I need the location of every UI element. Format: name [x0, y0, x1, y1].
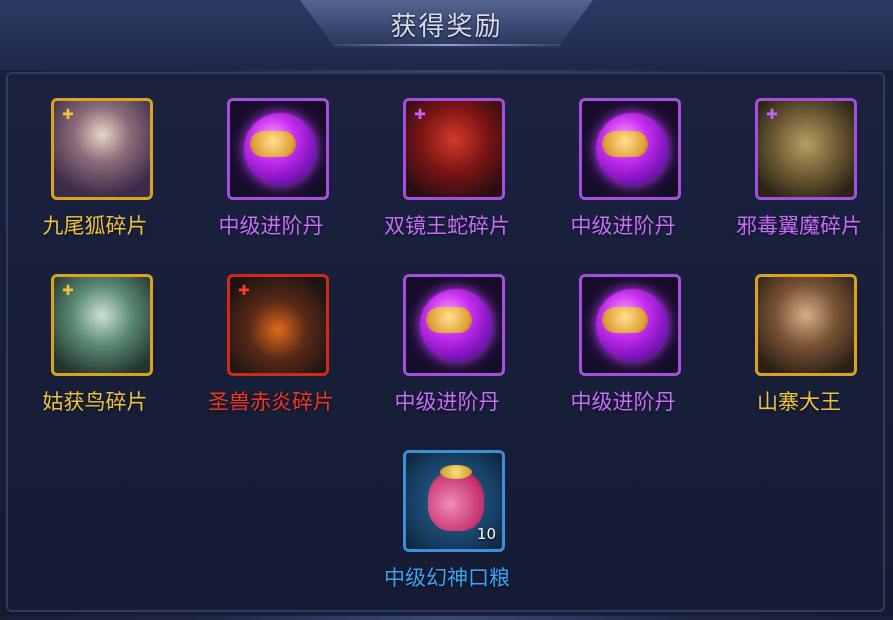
fragment-badge-icon: ✚ — [414, 107, 426, 123]
fragment-badge-icon: ✚ — [62, 283, 74, 299]
gold-cloud-icon — [250, 131, 296, 157]
reward-icon-frame[interactable] — [579, 98, 681, 200]
reward-item[interactable]: ✚ 圣兽赤炎碎片 — [183, 274, 359, 444]
gold-cloud-icon — [426, 307, 472, 333]
reward-name: 双镜王蛇碎片 — [384, 214, 510, 238]
reward-icon-frame[interactable] — [579, 274, 681, 376]
reward-icon-frame[interactable]: 10 — [403, 450, 505, 552]
reward-icon-frame[interactable]: ✚ — [227, 274, 329, 376]
reward-item[interactable]: 10 中级幻神口粮 — [359, 450, 535, 620]
reward-icon-frame[interactable] — [403, 274, 505, 376]
reward-item[interactable]: 中级进阶丹 — [535, 98, 711, 268]
reward-name: 圣兽赤炎碎片 — [208, 390, 334, 414]
reward-icon-frame[interactable]: ✚ — [51, 98, 153, 200]
bandit-king-portrait-icon — [758, 277, 854, 373]
reward-item[interactable]: 山寨大王 — [711, 274, 887, 444]
gold-coins-icon — [440, 465, 472, 479]
reward-icon-frame[interactable]: ✚ — [51, 274, 153, 376]
fragment-badge-icon: ✚ — [766, 107, 778, 123]
reward-name: 中级进阶丹 — [570, 214, 676, 238]
reward-name: 邪毒翼魔碎片 — [736, 214, 862, 238]
item-quantity: 10 — [476, 525, 496, 543]
reward-name: 中级进阶丹 — [570, 390, 676, 414]
reward-name: 九尾狐碎片 — [42, 214, 148, 238]
reward-icon-frame[interactable] — [227, 98, 329, 200]
reward-icon-frame[interactable] — [755, 274, 857, 376]
reward-name: 中级进阶丹 — [218, 214, 324, 238]
reward-name: 姑获鸟碎片 — [42, 390, 148, 414]
fragment-badge-icon: ✚ — [62, 107, 74, 123]
reward-item[interactable]: 中级进阶丹 — [535, 274, 711, 444]
fragment-badge-icon: ✚ — [238, 283, 250, 299]
money-bag-icon — [428, 471, 484, 531]
reward-item[interactable]: ✚ 邪毒翼魔碎片 — [711, 98, 887, 268]
reward-item[interactable]: 中级进阶丹 — [359, 274, 535, 444]
reward-item[interactable]: 中级进阶丹 — [183, 98, 359, 268]
reward-grid: ✚ 九尾狐碎片 中级进阶丹 ✚ 双镜王蛇碎片 中级进阶丹 ✚ 邪毒翼魔碎片 ✚ … — [0, 0, 893, 616]
reward-name: 中级进阶丹 — [394, 390, 500, 414]
gold-cloud-icon — [602, 307, 648, 333]
reward-icon-frame[interactable]: ✚ — [755, 98, 857, 200]
gold-cloud-icon — [602, 131, 648, 157]
reward-item[interactable]: ✚ 九尾狐碎片 — [7, 98, 183, 268]
reward-icon-frame[interactable]: ✚ — [403, 98, 505, 200]
reward-item[interactable]: ✚ 姑获鸟碎片 — [7, 274, 183, 444]
reward-name: 山寨大王 — [757, 390, 841, 414]
reward-item[interactable]: ✚ 双镜王蛇碎片 — [359, 98, 535, 268]
reward-name: 中级幻神口粮 — [384, 566, 510, 590]
